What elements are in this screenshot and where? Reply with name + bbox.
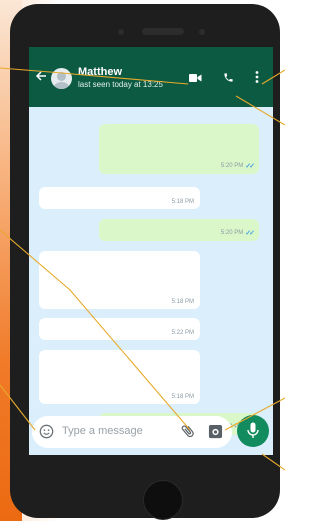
callout-lines [0, 67, 285, 471]
callout-line-call [235, 95, 285, 126]
callout-line-attach [0, 229, 191, 431]
callout-line-menu [261, 69, 285, 85]
callout-line-camera [224, 397, 285, 431]
callout-line-emoji [0, 384, 36, 431]
callout-line-video [0, 67, 189, 85]
callout-line-mic [261, 453, 285, 471]
